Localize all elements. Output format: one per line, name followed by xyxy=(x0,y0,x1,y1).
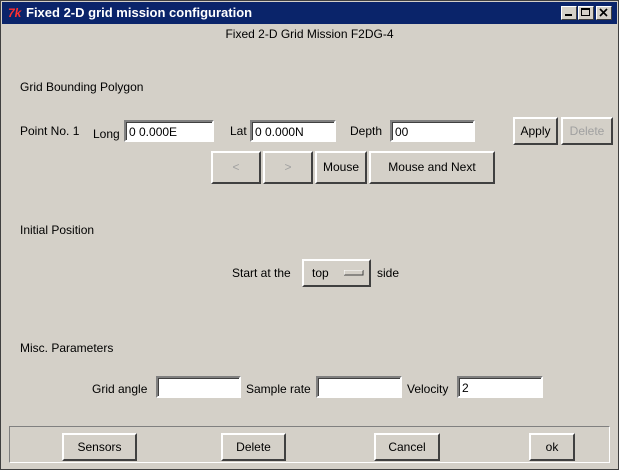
misc-heading: Misc. Parameters xyxy=(20,341,114,355)
next-point-button[interactable]: > xyxy=(263,151,313,184)
mission-config-window: 7k Fixed 2-D grid mission configuration … xyxy=(0,0,619,470)
long-label: Long xyxy=(93,127,120,141)
mouse-and-next-button[interactable]: Mouse and Next xyxy=(369,151,495,184)
minimize-icon[interactable] xyxy=(561,6,577,20)
title-bar[interactable]: 7k Fixed 2-D grid mission configuration xyxy=(2,2,617,24)
sample-rate-label: Sample rate xyxy=(246,382,311,396)
delete-mission-button[interactable]: Delete xyxy=(221,433,286,461)
initial-position-heading: Initial Position xyxy=(20,223,95,237)
window-title: Fixed 2-D grid mission configuration xyxy=(26,5,253,20)
point-no-value: 1 xyxy=(72,124,80,138)
mission-name: Fixed 2-D Grid Mission F2DG-4 xyxy=(225,27,394,41)
grid-angle-field[interactable] xyxy=(156,376,241,398)
tk-feather-icon: 7k xyxy=(8,6,22,20)
sensors-button[interactable]: Sensors xyxy=(62,433,137,461)
close-icon[interactable] xyxy=(596,6,612,20)
start-at-label: Start at the xyxy=(232,266,291,280)
cancel-button[interactable]: Cancel xyxy=(374,433,440,461)
lat-field[interactable]: 0 0.000N xyxy=(250,120,336,142)
side-suffix-label: side xyxy=(377,266,400,280)
point-no-label: Point No. 1 xyxy=(20,123,79,139)
side-dropdown[interactable]: top xyxy=(302,259,371,287)
sample-rate-field[interactable] xyxy=(316,376,402,398)
apply-button[interactable]: Apply xyxy=(513,117,558,145)
ok-button[interactable]: ok xyxy=(529,433,575,461)
option-menu-indicator-icon xyxy=(344,270,364,276)
side-dropdown-value: top xyxy=(312,266,329,280)
mouse-button[interactable]: Mouse xyxy=(315,151,367,184)
grid-angle-label: Grid angle xyxy=(92,382,148,396)
depth-field[interactable]: 00 xyxy=(390,120,475,142)
polygon-heading: Grid Bounding Polygon xyxy=(20,80,144,94)
lat-label: Lat xyxy=(230,124,247,138)
depth-label: Depth xyxy=(350,124,383,138)
prev-point-button[interactable]: < xyxy=(211,151,261,184)
long-field[interactable]: 0 0.000E xyxy=(124,120,214,142)
maximize-icon[interactable] xyxy=(578,6,594,20)
point-no-text: Point No. xyxy=(20,124,70,138)
velocity-label: Velocity xyxy=(407,382,449,396)
delete-point-button[interactable]: Delete xyxy=(561,117,613,145)
velocity-field[interactable]: 2 xyxy=(457,376,543,398)
